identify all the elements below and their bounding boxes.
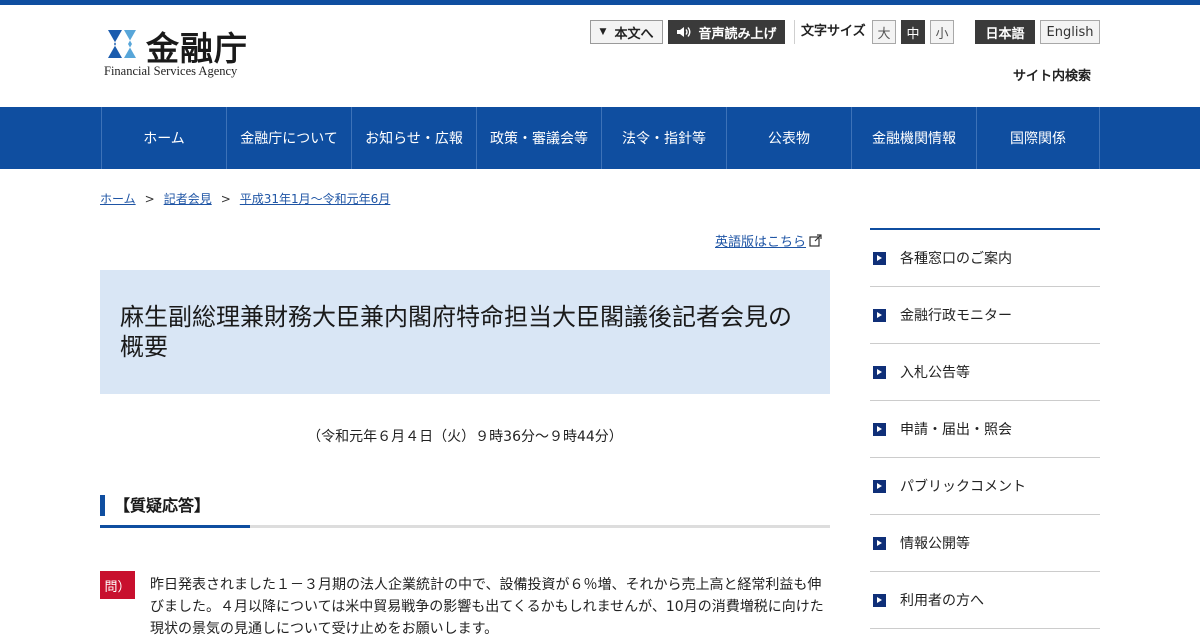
logo-name: 金融庁 [146,29,248,68]
speech-button[interactable]: 音声読み上げ [668,20,785,44]
sidebar-arrow-icon [873,251,886,265]
font-size-small-button[interactable]: 小 [930,20,954,44]
breadcrumb: ホーム > 記者会見 > 平成31年1月～令和元年6月 [100,190,390,207]
sidebar-item-label: 入札公告等 [900,365,970,381]
sidebar-arrow-icon [873,422,886,436]
sidebar-item-label: 申請・届出・照会 [900,422,1012,438]
question-text: 昨日発表されました１－３月期の法人企業統計の中で、設備投資が６％増、それから売上… [150,577,824,637]
logo-subtitle: Financial Services Agency [104,64,238,78]
sidebar-item-label: 各種窓口のご案内 [900,251,1012,267]
sidebar-arrow-icon [873,536,886,550]
sidebar-menu: 各種窓口のご案内 金融行政モニター 入札公告等 申請・届出・照会 パブリックコメ… [870,228,1100,629]
nav-item-international[interactable]: 国際関係 [976,107,1099,169]
sidebar-item-label: 利用者の方へ [900,593,984,609]
press-date: （令和元年６月４日（火）９時36分～９時44分） [307,429,623,445]
sidebar-item-public-comment[interactable]: パブリックコメント [870,458,1100,515]
sidebar-arrow-icon [873,479,886,493]
global-nav: ホーム 金融庁について お知らせ・広報 政策・審議会等 法令・指針等 公表物 金… [0,107,1200,169]
breadcrumb-separator: > [220,192,231,206]
font-size-large-button[interactable]: 大 [872,20,896,44]
section-rule-accent [100,525,250,528]
breadcrumb-period[interactable]: 平成31年1月～令和元年6月 [240,192,391,206]
nav-item-home[interactable]: ホーム [101,107,226,169]
page-title-box: 麻生副総理兼財務大臣兼内閣府特命担当大臣閣議後記者会見の概要 [100,270,830,394]
font-size-medium-button[interactable]: 中 [901,20,925,44]
sidebar-item-users[interactable]: 利用者の方へ [870,572,1100,629]
sidebar-item-bidding[interactable]: 入札公告等 [870,344,1100,401]
sidebar-item-applications[interactable]: 申請・届出・照会 [870,401,1100,458]
question-badge: 問） [100,571,135,599]
breadcrumb-separator: > [144,192,155,206]
nav-item-policy[interactable]: 政策・審議会等 [476,107,601,169]
nav-item-institutions[interactable]: 金融機関情報 [851,107,976,169]
sidebar-arrow-icon [873,365,886,379]
sidebar-arrow-icon [873,308,886,322]
breadcrumb-home[interactable]: ホーム [100,192,136,206]
sidebar-item-monitor[interactable]: 金融行政モニター [870,287,1100,344]
english-version-label: 英語版はこちら [715,235,807,250]
fsa-logo-mark [108,30,136,58]
nav-item-laws[interactable]: 法令・指針等 [601,107,726,169]
speaker-icon [677,27,691,37]
section-heading: 【質疑応答】 [100,495,830,529]
sidebar-item-contact[interactable]: 各種窓口のご案内 [870,230,1100,287]
sidebar-item-label: パブリックコメント [900,479,1026,495]
triangle-down-icon: ▼ [599,27,607,37]
sidebar-item-label: 情報公開等 [900,536,970,552]
section-accent-bar [100,495,105,516]
sidebar-arrow-icon [873,593,886,607]
sidebar-item-disclosure[interactable]: 情報公開等 [870,515,1100,572]
english-version-link[interactable]: 英語版はこちら [715,231,822,250]
skip-to-content-button[interactable]: ▼ 本文へ [590,20,663,44]
speech-label: 音声読み上げ [698,26,777,42]
section-title: 【質疑応答】 [114,496,211,515]
font-size-label: 文字サイズ [801,24,866,39]
language-english-button[interactable]: English [1040,20,1100,44]
nav-item-publications[interactable]: 公表物 [726,107,851,169]
page-title: 麻生副総理兼財務大臣兼内閣府特命担当大臣閣議後記者会見の概要 [120,303,792,361]
toolbar-divider [794,20,795,44]
external-link-icon [809,234,822,247]
nav-item-about[interactable]: 金融庁について [226,107,351,169]
site-logo[interactable]: 金融庁 Financial Services Agency [102,24,272,80]
sidebar-item-label: 金融行政モニター [900,308,1012,324]
language-japanese-button[interactable]: 日本語 [975,20,1035,44]
breadcrumb-press[interactable]: 記者会見 [164,192,212,206]
skip-label: 本文へ [614,26,654,42]
nav-item-news[interactable]: お知らせ・広報 [351,107,476,169]
top-accent-bar [0,0,1200,5]
site-search-link[interactable]: サイト内検索 [1013,65,1091,84]
nav-divider [1099,107,1100,169]
